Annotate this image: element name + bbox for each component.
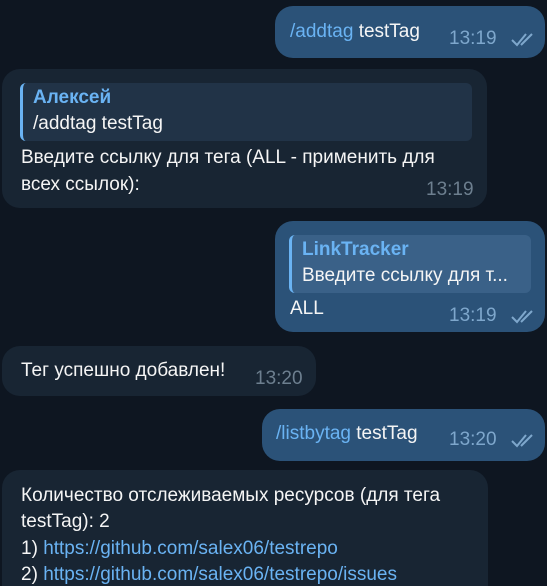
message-text: /addtag testTag	[290, 19, 420, 45]
reply-text: /addtag testTag	[33, 113, 163, 134]
outgoing-message[interactable]: /listbytag testTag 13:20	[262, 409, 545, 461]
command-link[interactable]: /listbytag	[276, 423, 351, 444]
message-time: 13:20	[255, 368, 303, 389]
incoming-message[interactable]: Количество отслеживаемых ресурсов (для т…	[2, 470, 488, 586]
list-item-number: 2)	[21, 564, 38, 585]
incoming-message[interactable]: Тег успешно добавлен! 13:20	[2, 346, 316, 396]
message-time: 13:20	[449, 429, 497, 450]
chat-history: /addtag testTag 13:19 Алексей /addtag te…	[0, 0, 547, 586]
double-check-icon	[511, 310, 533, 324]
message-text-line-2: всех ссылок):	[21, 174, 140, 195]
reply-author: LinkTracker	[302, 239, 409, 260]
command-argument: testTag	[358, 21, 420, 42]
message-text: ALL	[290, 298, 324, 319]
list-item: 1) https://github.com/salex06/testrepo	[21, 536, 338, 562]
list-item: 2) https://github.com/salex06/testrepo/i…	[21, 562, 397, 586]
outgoing-message[interactable]: LinkTracker Введите ссылку для т... ALL …	[275, 221, 545, 332]
incoming-message[interactable]: Алексей /addtag testTag Введите ссылку д…	[2, 69, 487, 208]
message-time: 13:19	[449, 28, 497, 49]
message-text-line-2: testTag): 2	[21, 511, 110, 532]
outgoing-message[interactable]: /addtag testTag 13:19	[275, 6, 545, 58]
resource-link[interactable]: https://github.com/salex06/testrepo	[43, 538, 338, 559]
message-text: Тег успешно добавлен!	[21, 360, 226, 381]
reply-author: Алексей	[33, 87, 112, 108]
command-link[interactable]: /addtag	[290, 21, 353, 42]
reply-text: Введите ссылку для т...	[302, 265, 508, 286]
message-text: /listbytag testTag	[276, 421, 418, 447]
message-time: 13:19	[426, 179, 474, 200]
message-text-line-1: Введите ссылку для тега (ALL - применить…	[21, 147, 435, 168]
list-item-number: 1)	[21, 538, 38, 559]
double-check-icon	[511, 33, 533, 47]
message-time: 13:19	[449, 305, 497, 326]
reply-quote[interactable]: Алексей /addtag testTag	[20, 83, 472, 141]
message-text-line-1: Количество отслеживаемых ресурсов (для т…	[21, 485, 441, 506]
resource-link[interactable]: https://github.com/salex06/testrepo/issu…	[43, 564, 397, 585]
double-check-icon	[511, 434, 533, 448]
reply-quote[interactable]: LinkTracker Введите ссылку для т...	[289, 235, 531, 293]
command-argument: testTag	[356, 423, 418, 444]
